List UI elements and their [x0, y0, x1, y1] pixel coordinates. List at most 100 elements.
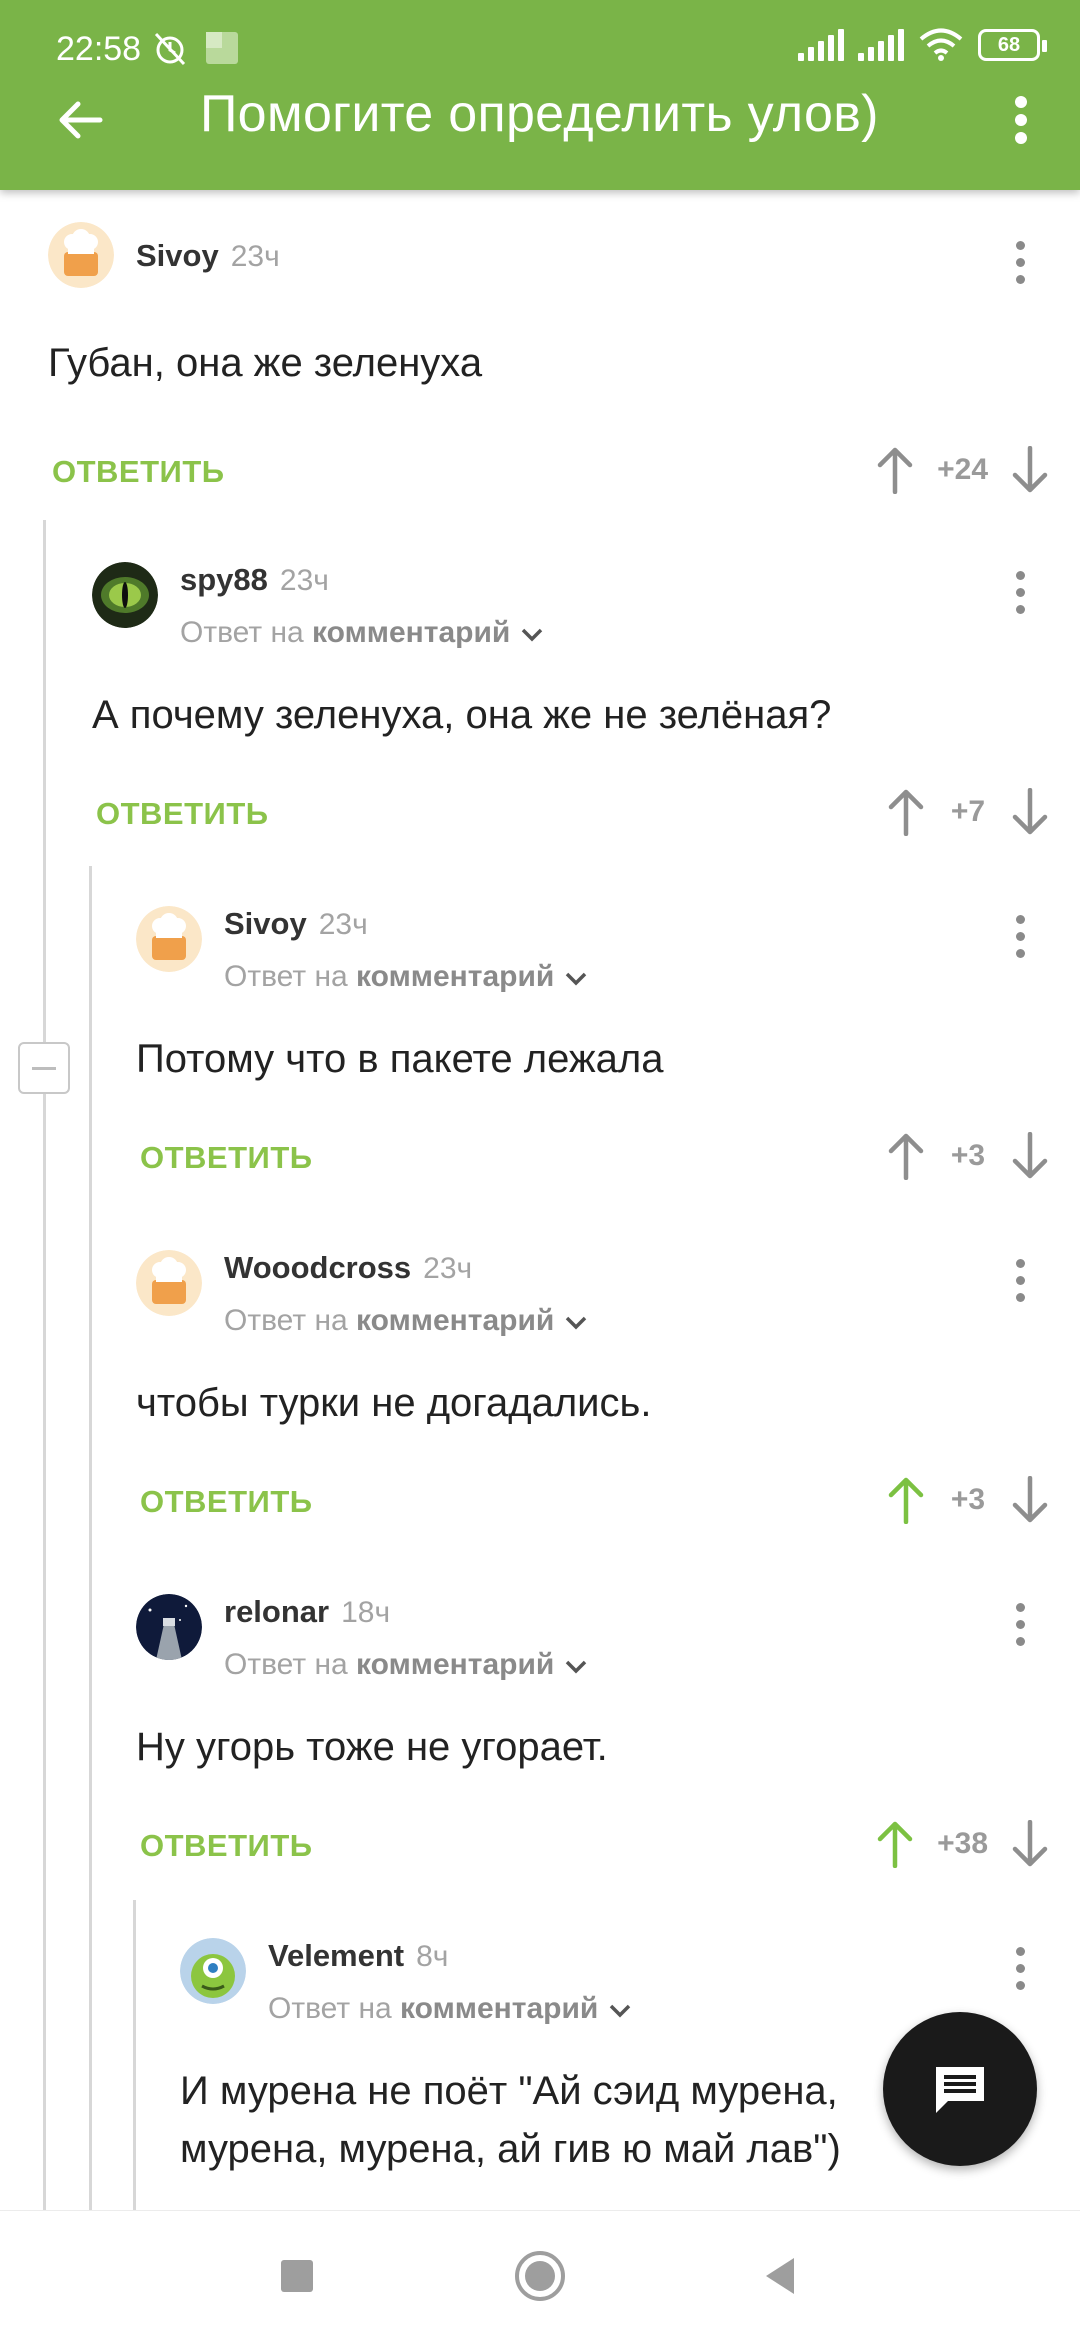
reply-button[interactable]: ОТВЕТИТЬ	[52, 454, 225, 490]
chevron-down-icon	[566, 972, 587, 986]
arrow-up-icon	[888, 1477, 924, 1524]
comment-text: Потому что в пакете лежала	[136, 1037, 664, 1081]
page-title: Помогите определить улов)	[200, 85, 879, 143]
space-avatar-icon	[136, 1594, 202, 1660]
downvote-button[interactable]	[1000, 440, 1060, 500]
reply-to-link[interactable]: Ответ на комментарий	[224, 1304, 588, 1339]
comment-score: +3	[950, 1139, 986, 1172]
comment-text: Губан, она же зеленуха	[48, 341, 483, 385]
comment-time: 23ч	[279, 564, 329, 597]
upvote-button[interactable]	[876, 1126, 936, 1186]
notification-icon	[206, 32, 238, 64]
reply-button[interactable]: ОТВЕТИТЬ	[140, 1828, 313, 1864]
comment: Sivoy 23ч Ответ на комментарий Потому что…	[136, 906, 1080, 1206]
battery-icon: 68	[978, 29, 1047, 61]
comment-text: А почему зеленуха, она же не зелёная?	[92, 693, 832, 737]
comment-author[interactable]: Sivoy 23ч	[136, 238, 280, 274]
comment-author[interactable]: Sivoy 23ч	[224, 906, 368, 942]
thread-line	[43, 520, 46, 2210]
comment-score: +3	[950, 1483, 986, 1516]
signal-icon	[858, 29, 904, 61]
avatar[interactable]	[136, 1594, 202, 1660]
comment-menu-button[interactable]	[1000, 1594, 1040, 1654]
vote-controls: +38	[865, 1814, 1060, 1874]
monster-avatar-icon	[180, 1938, 246, 2004]
comment-menu-button[interactable]	[1000, 232, 1040, 292]
signal-icon	[798, 29, 844, 61]
reply-to-link[interactable]: Ответ на комментарий	[224, 960, 588, 995]
avatar[interactable]	[136, 1250, 202, 1316]
reply-to-link[interactable]: Ответ на комментарий	[224, 1648, 588, 1683]
add-comment-button[interactable]	[883, 2012, 1037, 2166]
reply-button[interactable]: ОТВЕТИТЬ	[96, 796, 269, 832]
comment-author[interactable]: Wooodcross 23ч	[224, 1250, 472, 1286]
nav-back-button[interactable]	[745, 2241, 815, 2311]
comment-author[interactable]: Velement 8ч	[268, 1938, 448, 1974]
arrow-down-icon	[1012, 1820, 1048, 1867]
status-bar: 22:58 68	[0, 0, 1080, 95]
comment-menu-button[interactable]	[1000, 1250, 1040, 1310]
downvote-button[interactable]	[1000, 1470, 1060, 1530]
downvote-button[interactable]	[1000, 782, 1060, 842]
system-nav-bar	[0, 2210, 1080, 2340]
arrow-left-icon	[59, 101, 103, 139]
comment: Sivoy 23ч Губан, она же зеленуха ОТВЕТИТЬ…	[48, 222, 1080, 522]
comment-time: 23ч	[423, 1252, 473, 1285]
comment-icon	[936, 2067, 984, 2113]
arrow-down-icon	[1012, 1476, 1048, 1523]
comment-menu-button[interactable]	[1000, 562, 1040, 622]
comments-list: Sivoy 23ч Губан, она же зеленуха ОТВЕТИТЬ…	[0, 190, 1080, 2210]
vote-controls: +24	[865, 440, 1060, 500]
upvote-button[interactable]	[865, 440, 925, 500]
downvote-button[interactable]	[1000, 1126, 1060, 1186]
eye-avatar-icon	[92, 562, 158, 628]
back-button[interactable]	[40, 80, 120, 160]
reply-to-link[interactable]: Ответ на комментарий	[268, 1992, 632, 2027]
reply-to-link[interactable]: Ответ на комментарий	[180, 616, 544, 651]
comment-text: И мурена не поёт "Ай сэид мурена, мурена…	[180, 2062, 841, 2178]
upvote-button[interactable]	[876, 782, 936, 842]
upvote-button[interactable]	[865, 1814, 925, 1874]
home-circle-icon	[515, 2251, 565, 2301]
home-button[interactable]	[505, 2241, 575, 2311]
comment-text-line: И мурена не поёт "Ай сэид мурена,	[180, 2069, 838, 2113]
comment-score: +24	[937, 453, 988, 486]
status-time: 22:58	[56, 30, 142, 68]
thread-line	[89, 866, 92, 2210]
reply-button[interactable]: ОТВЕТИТЬ	[140, 1484, 313, 1520]
upvote-button[interactable]	[876, 1470, 936, 1530]
arrow-down-icon	[1012, 788, 1048, 835]
comment-time: 23ч	[318, 908, 368, 941]
alarm-off-icon	[154, 32, 186, 66]
downvote-button[interactable]	[1000, 1814, 1060, 1874]
collapse-thread-button[interactable]	[18, 1042, 70, 1094]
thread-line	[133, 1900, 136, 2210]
chef-avatar-icon	[136, 1250, 202, 1316]
arrow-up-icon	[877, 1821, 913, 1868]
comment: spy88 23ч Ответ на комментарий А почему з…	[92, 562, 1080, 862]
reply-button[interactable]: ОТВЕТИТЬ	[140, 1140, 313, 1176]
arrow-up-icon	[888, 789, 924, 836]
app-bar: 22:58 68 Помогите определить улов)	[0, 0, 1080, 190]
recents-button[interactable]	[262, 2241, 332, 2311]
chef-avatar-icon	[48, 222, 114, 288]
avatar[interactable]	[136, 906, 202, 972]
comment-menu-button[interactable]	[1000, 906, 1040, 966]
avatar[interactable]	[48, 222, 114, 288]
vote-controls: +7	[876, 782, 1060, 842]
avatar[interactable]	[180, 1938, 246, 2004]
arrow-up-icon	[877, 447, 913, 494]
chef-avatar-icon	[136, 906, 202, 972]
arrow-down-icon	[1012, 446, 1048, 493]
comment-author[interactable]: relonar 18ч	[224, 1594, 390, 1630]
comment-menu-button[interactable]	[1000, 1938, 1040, 1998]
comment-text-line: мурена, мурена, ай гив ю май лав")	[180, 2127, 841, 2171]
more-options-button[interactable]	[986, 80, 1056, 160]
comment-author[interactable]: spy88 23ч	[180, 562, 329, 598]
avatar[interactable]	[92, 562, 158, 628]
chevron-down-icon	[566, 1316, 587, 1330]
comment: Wooodcross 23ч Ответ на комментарий чтобы…	[136, 1250, 1080, 1550]
comment-time: 23ч	[230, 240, 280, 273]
chevron-down-icon	[610, 2004, 631, 2018]
arrow-up-icon	[888, 1133, 924, 1180]
